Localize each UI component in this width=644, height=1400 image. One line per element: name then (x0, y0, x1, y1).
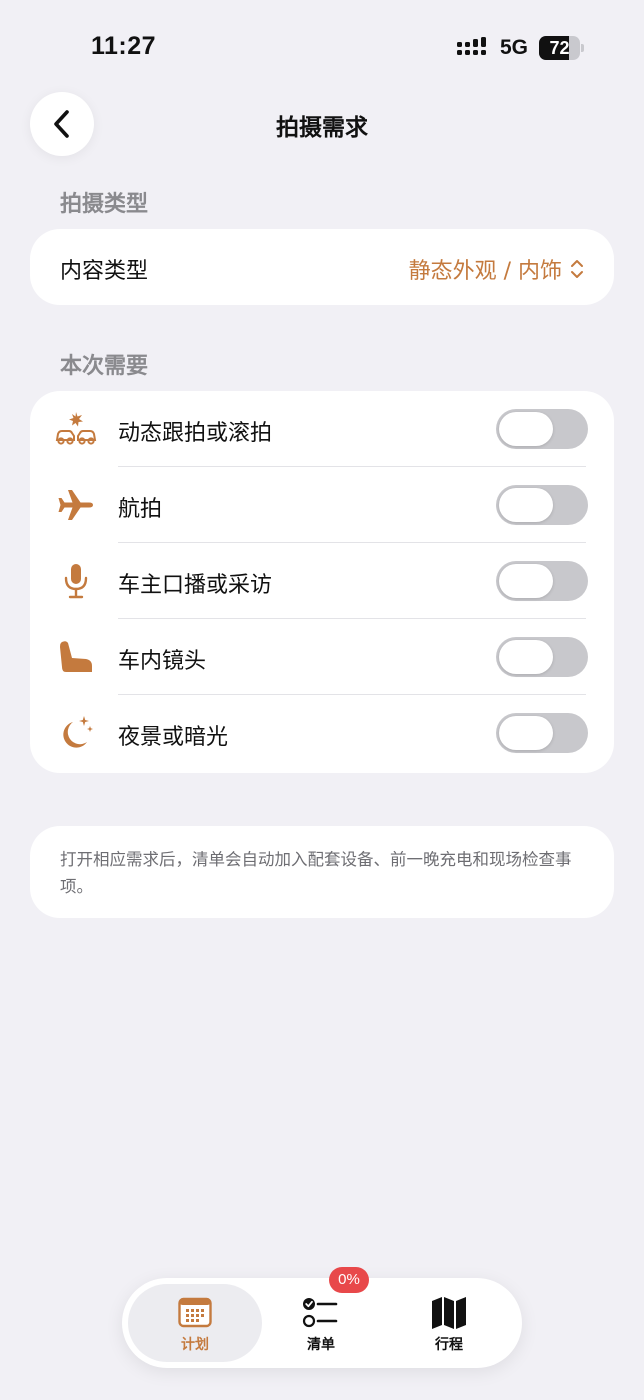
toggle-knob (499, 716, 553, 750)
tab-checklist[interactable]: 清单 (254, 1284, 388, 1362)
tab-plan-label: 计划 (181, 1337, 209, 1353)
needs-row-night: 夜景或暗光 (30, 695, 614, 771)
battery-icon: 72 (539, 36, 585, 60)
toggle-aerial[interactable] (496, 485, 588, 525)
map-icon (432, 1297, 466, 1329)
needs-row-tracking: 动态跟拍或滚拍 (30, 391, 614, 467)
needs-label: 动态跟拍或滚拍 (118, 421, 273, 446)
content-type-value: 静态外观 / 内饰 (408, 259, 562, 284)
tab-trip[interactable]: 行程 (382, 1284, 516, 1362)
content-type-picker[interactable]: 静态外观 / 内饰 (409, 253, 584, 285)
page-title: 拍摄需求 (276, 115, 368, 141)
section-title-needs: 本次需要 (60, 354, 149, 379)
toggle-knob (499, 564, 553, 598)
toggle-night[interactable] (496, 713, 588, 753)
battery-tip (581, 44, 584, 52)
note-text: 打开相应需求后，清单会自动加入配套设备、前一晚充电和现场检查事项。 (60, 850, 572, 896)
moon-stars-icon (54, 714, 98, 752)
tab-trip-label: 行程 (435, 1337, 463, 1353)
microphone-icon (54, 562, 98, 600)
toggle-knob (499, 412, 553, 446)
needs-label: 车内镜头 (118, 649, 207, 674)
toggle-interview[interactable] (496, 561, 588, 601)
calendar-icon (178, 1297, 212, 1328)
section-title-shooting-type: 拍摄类型 (60, 192, 149, 217)
checklist-progress-badge: 0% (329, 1267, 369, 1293)
needs-row-aerial: 航拍 (30, 467, 614, 543)
toggle-tracking[interactable] (496, 409, 588, 449)
toggle-interior[interactable] (496, 637, 588, 677)
note-card: 打开相应需求后，清单会自动加入配套设备、前一晚充电和现场检查事项。 (30, 826, 614, 918)
car-seat-icon (54, 638, 98, 676)
content-type-label: 内容类型 (60, 259, 149, 284)
tab-bar: 计划 清单 行程 0% (122, 1267, 522, 1368)
tab-plan[interactable]: 计划 (128, 1284, 262, 1362)
tab-checklist-label: 清单 (307, 1337, 335, 1353)
needs-label: 车主口播或采访 (118, 573, 273, 598)
needs-row-interior: 车内镜头 (30, 619, 614, 695)
signal-icon (457, 37, 486, 55)
needs-card: 动态跟拍或滚拍 航拍 车主口播或采访 车内镜头 夜景或暗光 (30, 391, 614, 773)
airplane-icon (54, 486, 98, 524)
checklist-icon (302, 1298, 338, 1328)
toggle-knob (499, 488, 553, 522)
battery-level: 72 (549, 38, 570, 58)
toggle-knob (499, 640, 553, 674)
needs-label: 夜景或暗光 (118, 725, 229, 750)
network-type: 5G (500, 36, 529, 59)
needs-row-interview: 车主口播或采访 (30, 543, 614, 619)
car-tracking-icon (54, 410, 98, 448)
status-bar: 11:27 5G 72 (0, 0, 644, 96)
chevron-up-down-icon (571, 260, 583, 278)
content-type-row[interactable]: 内容类型 静态外观 / 内饰 (30, 229, 614, 305)
status-time: 11:27 (91, 32, 157, 60)
needs-label: 航拍 (118, 497, 163, 522)
